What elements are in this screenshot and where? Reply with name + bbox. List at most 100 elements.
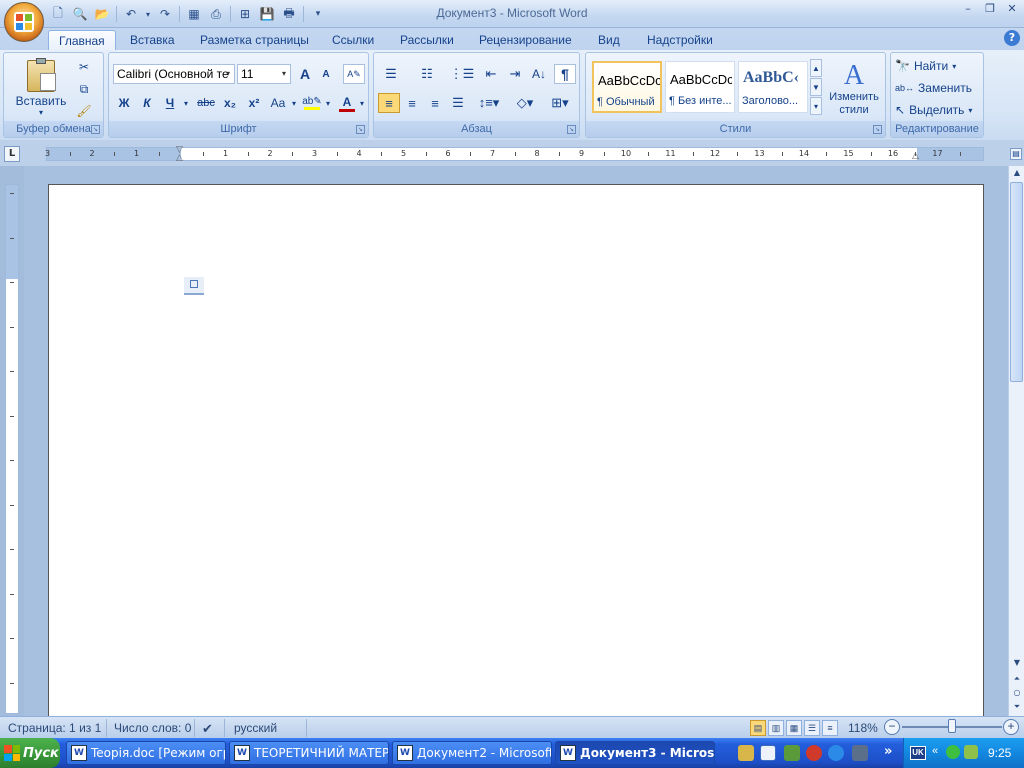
help-icon[interactable]: ? (1004, 30, 1020, 46)
next-page-icon[interactable]: ⏷ (1011, 702, 1023, 714)
page-count[interactable]: Страница: 1 из 1 (8, 721, 101, 735)
quicklaunch-app-icon[interactable] (738, 745, 754, 761)
office-button[interactable] (4, 2, 44, 42)
draft-view-icon[interactable]: ≡ (822, 720, 838, 736)
view-ruler-icon[interactable]: ▤ (1010, 148, 1022, 160)
document-page[interactable] (48, 184, 984, 724)
font-size-dropdown-icon[interactable]: ▾ (278, 65, 290, 83)
change-case-dropdown-icon[interactable]: ▾ (289, 93, 299, 113)
minimize-button[interactable]: – (958, 2, 978, 16)
proofing-icon[interactable]: ✔ (202, 721, 213, 737)
paste-options-button[interactable] (184, 277, 204, 295)
outline-view-icon[interactable]: ☰ (804, 720, 820, 736)
tab-page-layout[interactable]: Разметка страницы (190, 30, 319, 50)
sort-icon[interactable]: A↓ (528, 64, 550, 84)
styles-launcher-icon[interactable]: ↘ (873, 125, 882, 134)
quicklaunch-app-icon[interactable] (852, 745, 868, 761)
justify-icon[interactable]: ☰ (447, 93, 469, 113)
tray-expand-icon[interactable]: « (932, 745, 938, 757)
scroll-up-icon[interactable]: ▲ (1011, 168, 1023, 180)
tab-review[interactable]: Рецензирование (469, 30, 582, 50)
font-launcher-icon[interactable]: ↘ (356, 125, 365, 134)
grow-font-button[interactable]: A (295, 64, 315, 84)
paste-button[interactable]: Вставить ▾ (10, 57, 72, 119)
find-button[interactable]: 🔭 Найти ▾ (895, 56, 981, 76)
quicklaunch-ie-icon[interactable] (828, 745, 844, 761)
numbering-icon[interactable]: ☷ (414, 64, 440, 84)
web-layout-icon[interactable]: ▦ (786, 720, 802, 736)
italic-button[interactable]: К (136, 93, 158, 113)
vertical-ruler[interactable] (5, 184, 19, 714)
start-button[interactable]: Пуск (0, 738, 60, 768)
left-indent-icon[interactable]: △ (176, 154, 186, 163)
multilevel-list-icon[interactable]: ⋮☰ (448, 64, 476, 84)
subscript-button[interactable]: x₂ (219, 93, 241, 113)
styles-scroll-up-icon[interactable]: ▲ (810, 59, 822, 77)
style-heading[interactable]: AaBbC‹ Заголово... (738, 61, 808, 113)
highlight-dropdown-icon[interactable]: ▾ (323, 93, 333, 113)
font-color-dropdown-icon[interactable]: ▾ (357, 93, 367, 113)
tab-addins[interactable]: Надстройки (637, 30, 723, 50)
show-marks-button[interactable]: ¶ (554, 64, 576, 84)
quicklaunch-word-icon[interactable] (760, 745, 776, 761)
restore-button[interactable]: ❐ (980, 2, 1000, 16)
scroll-thumb[interactable] (1010, 182, 1023, 382)
bold-button[interactable]: Ж (113, 93, 135, 113)
taskbar-item-document2[interactable]: W Документ2 - Microsoft ... (392, 741, 552, 765)
borders-icon[interactable]: ⊞▾ (544, 93, 576, 113)
shrink-font-button[interactable]: A (316, 64, 336, 84)
zoom-slider-thumb[interactable] (948, 719, 956, 733)
taskbar-item-teoretychnyi[interactable]: W ТЕОРЕТИЧНИЙ МАТЕРІА... (229, 741, 389, 765)
copy-icon[interactable]: ⧉ (74, 79, 94, 99)
clear-formatting-icon[interactable]: A✎ (343, 64, 365, 84)
print-layout-view-icon[interactable]: ▤ (750, 720, 766, 736)
replace-button[interactable]: ab↔ Заменить (895, 78, 981, 98)
align-center-icon[interactable]: ≡ (401, 93, 423, 113)
change-styles-button[interactable]: A Изменить стили (826, 57, 882, 121)
strikethrough-button[interactable]: abc (194, 93, 218, 113)
tab-references[interactable]: Ссылки (322, 30, 384, 50)
tray-app-icon[interactable] (946, 745, 960, 759)
tab-view[interactable]: Вид (588, 30, 630, 50)
taskbar-item-teoria[interactable]: W Teopiя.doc [Режим огра... (66, 741, 226, 765)
select-button[interactable]: ↖ Выделить ▾ (895, 100, 981, 120)
change-case-button[interactable]: Aa (267, 93, 289, 113)
clock[interactable]: 9:25 (988, 746, 1011, 760)
paragraph-launcher-icon[interactable]: ↘ (567, 125, 576, 134)
align-left-icon[interactable]: ≡ (378, 93, 400, 113)
highlight-button[interactable]: ab✎ (301, 93, 323, 113)
tab-home[interactable]: Главная (48, 30, 116, 50)
underline-dropdown-icon[interactable]: ▾ (181, 93, 191, 113)
previous-page-icon[interactable]: ⏶ (1011, 674, 1023, 686)
zoom-in-button[interactable]: + (1003, 719, 1019, 735)
style-no-spacing[interactable]: AaBbCcDc ¶ Без инте... (665, 61, 735, 113)
clipboard-launcher-icon[interactable]: ↘ (91, 125, 100, 134)
align-right-icon[interactable]: ≡ (424, 93, 446, 113)
scroll-down-icon[interactable]: ▼ (1011, 658, 1023, 670)
close-button[interactable]: ✕ (1002, 2, 1022, 16)
bullets-icon[interactable]: ☰ (378, 64, 404, 84)
font-size-combo[interactable]: 11 ▾ (237, 64, 291, 84)
font-color-button[interactable]: A (337, 93, 357, 113)
line-spacing-icon[interactable]: ↕≡▾ (474, 93, 504, 113)
taskbar-item-document3[interactable]: W Документ3 - Microso... (555, 741, 715, 765)
font-name-dropdown-icon[interactable]: ▾ (222, 65, 234, 83)
shading-icon[interactable]: ◇▾ (510, 93, 540, 113)
quicklaunch-app-icon[interactable] (784, 745, 800, 761)
full-screen-reading-icon[interactable]: ▥ (768, 720, 784, 736)
input-language-indicator[interactable]: UK (910, 746, 926, 760)
decrease-indent-icon[interactable]: ⇤ (480, 64, 502, 84)
quicklaunch-app-icon[interactable] (806, 745, 822, 761)
word-count[interactable]: Число слов: 0 (114, 721, 191, 735)
browse-object-icon[interactable]: ○ (1011, 688, 1023, 700)
horizontal-ruler[interactable]: 3 2 1 1 2 3 4 5 6 7 8 9 10 11 12 13 14 15 16 17 ▽ △ △ (45, 146, 984, 163)
tab-selector[interactable]: L (4, 146, 20, 162)
increase-indent-icon[interactable]: ⇥ (504, 64, 526, 84)
superscript-button[interactable]: x² (243, 93, 265, 113)
font-name-combo[interactable]: Calibri (Основной те ▾ (113, 64, 235, 84)
tab-insert[interactable]: Вставка (120, 30, 185, 50)
vertical-scrollbar[interactable]: ▲ ▼ ⏶ ○ ⏷ (1008, 166, 1024, 716)
tray-app-icon[interactable] (964, 745, 978, 759)
styles-more-icon[interactable]: ▾ (810, 97, 822, 115)
right-indent-icon[interactable]: △ (912, 152, 922, 161)
